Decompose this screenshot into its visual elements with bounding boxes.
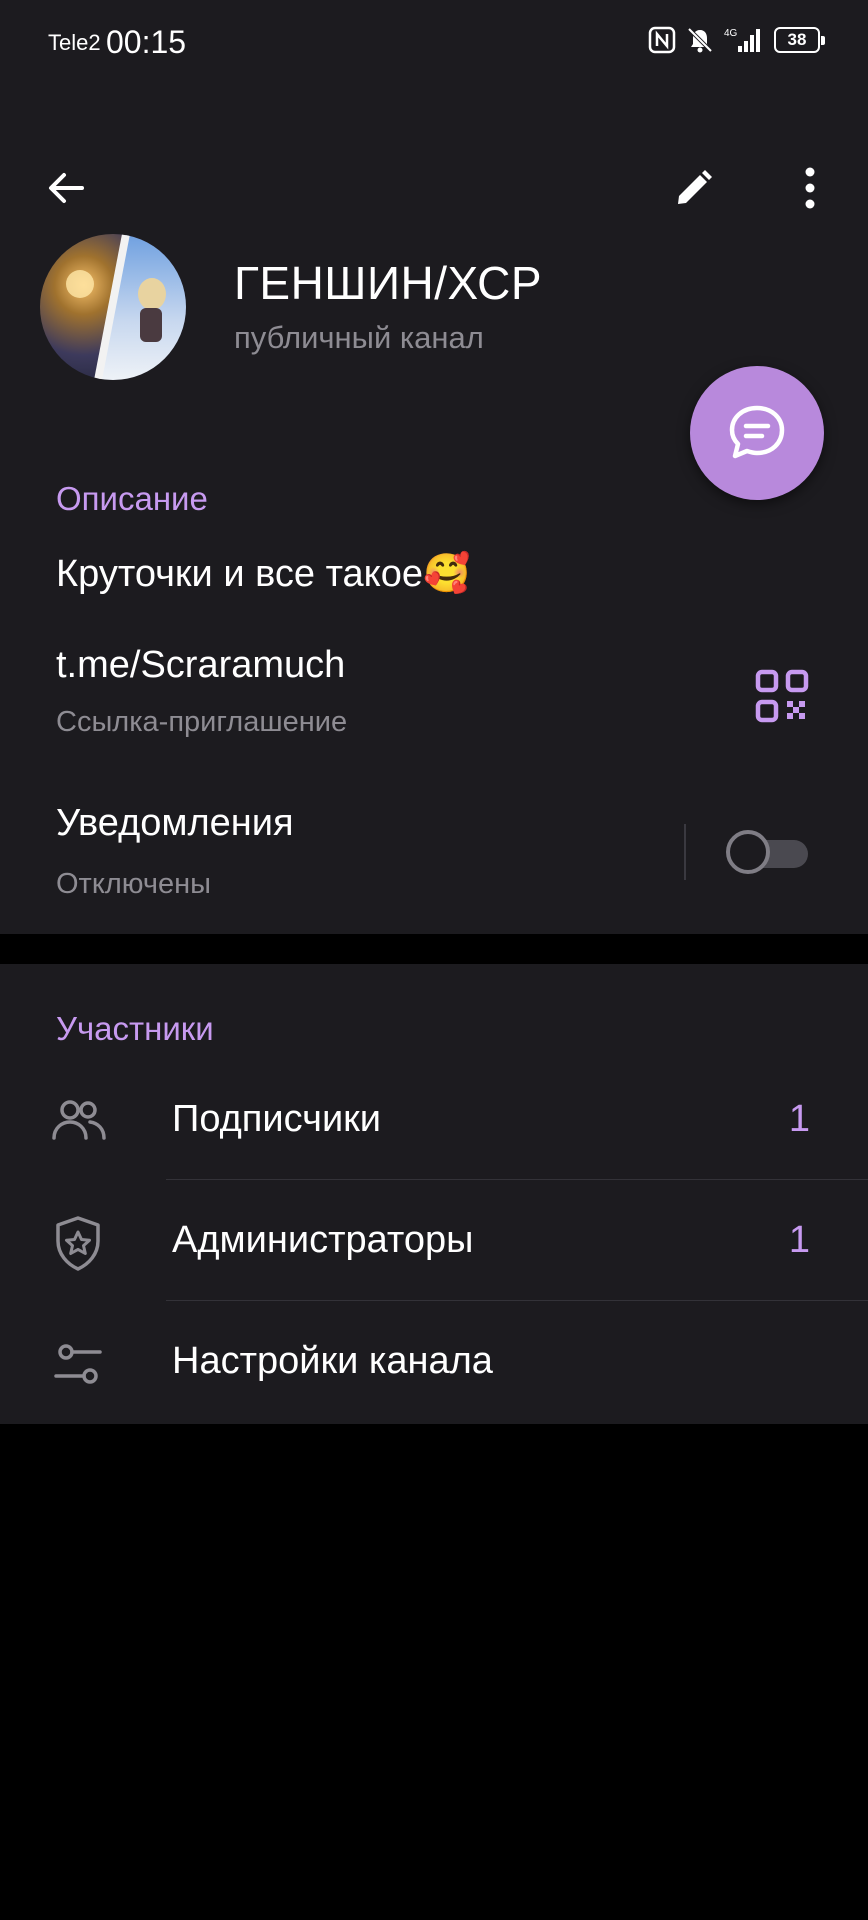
qr-code-icon <box>755 669 809 723</box>
bell-off-icon <box>687 27 713 53</box>
info-section: Описание Круточки и все такое🥰 t.me/Scra… <box>0 432 868 934</box>
battery-level: 38 <box>787 30 807 49</box>
subscribers-count: 1 <box>788 1098 810 1140</box>
members-heading: Участники <box>56 1010 214 1047</box>
notifications-toggle[interactable] <box>726 830 810 874</box>
notifications-state: Отключены <box>56 868 211 900</box>
admins-count: 1 <box>788 1219 810 1261</box>
back-button[interactable] <box>30 152 102 224</box>
more-options-button[interactable] <box>774 152 846 224</box>
channel-settings-label: Настройки канала <box>172 1340 493 1382</box>
status-bar: Tele2 00:15 4G 38 <box>0 0 868 90</box>
channel-settings-row[interactable]: Настройки канала <box>0 1302 868 1422</box>
invite-link-caption: Ссылка-приглашение <box>56 706 348 738</box>
arrow-left-icon <box>49 173 84 203</box>
shield-star-icon <box>48 1213 108 1273</box>
channel-avatar[interactable] <box>40 234 186 380</box>
subscribers-row[interactable]: Подписчики 1 <box>0 1060 868 1180</box>
divider <box>166 1179 868 1180</box>
signal-icon: 4G <box>724 28 760 52</box>
channel-title: ГЕНШИН/ХСР <box>234 257 543 309</box>
admins-row[interactable]: Администраторы 1 <box>0 1181 868 1301</box>
battery-indicator: 38 <box>774 27 825 53</box>
subscribers-label: Подписчики <box>172 1098 382 1140</box>
notifications-label[interactable]: Уведомления <box>56 802 294 845</box>
qr-code-button[interactable] <box>752 666 812 726</box>
chat-bubble-icon <box>729 405 785 459</box>
sliders-icon <box>48 1334 108 1394</box>
channel-description[interactable]: Круточки и все такое🥰 <box>56 552 470 596</box>
clock: 00:15 <box>106 24 187 60</box>
members-section: Участники Подписчики 1 Администраторы 1 <box>0 964 868 1424</box>
admins-label: Администраторы <box>172 1219 474 1261</box>
divider <box>166 1300 868 1301</box>
nfc-icon <box>648 26 676 54</box>
divider <box>684 824 686 880</box>
carrier-label: Tele2 <box>48 30 101 55</box>
channel-type: публичный канал <box>234 320 484 355</box>
more-vertical-icon <box>805 167 815 209</box>
svg-text:4G: 4G <box>724 28 738 39</box>
people-icon <box>48 1092 108 1152</box>
edit-button[interactable] <box>658 152 730 224</box>
status-icons: 4G 38 <box>648 26 825 54</box>
pencil-icon <box>678 170 712 204</box>
discuss-button[interactable] <box>690 366 824 500</box>
invite-link[interactable]: t.me/Scraramuch <box>56 644 345 687</box>
description-heading: Описание <box>56 480 208 517</box>
